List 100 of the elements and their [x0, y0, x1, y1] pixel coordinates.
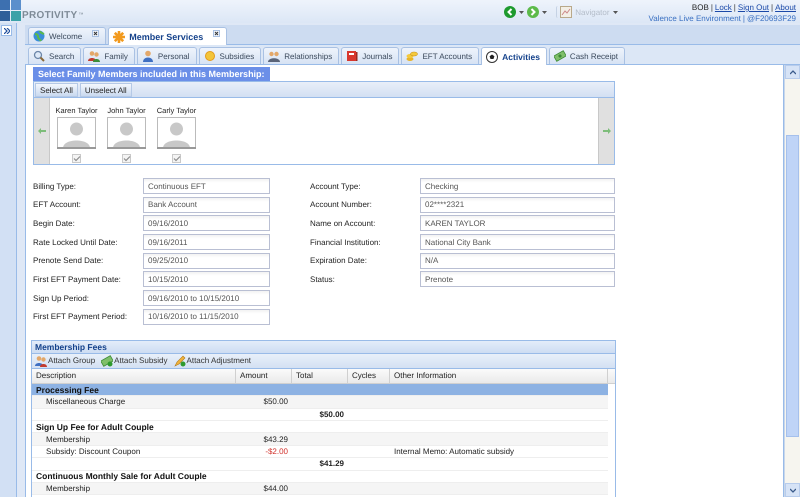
field-label: First EFT Payment Period:: [33, 312, 128, 322]
avatar-icon: [157, 117, 196, 149]
text-field[interactable]: 09/16/2011: [143, 234, 270, 250]
globe-icon: [33, 30, 45, 42]
scrollbar-thumb[interactable]: [786, 135, 799, 437]
checkmark-icon: [172, 155, 180, 162]
table-cell-text: $50.00: [262, 396, 289, 408]
toolbar-button[interactable]: Attach Subsidy: [101, 356, 168, 366]
right-arrow-icon: [602, 128, 610, 134]
separator: |: [710, 3, 713, 12]
chart-icon: [560, 6, 572, 18]
tab[interactable]: Relationships: [263, 47, 340, 64]
header-link[interactable]: About: [775, 3, 796, 12]
toolbar-button[interactable]: Attach Adjustment: [174, 356, 251, 366]
sun-icon: [204, 50, 216, 62]
table-cell-text: $43.29: [262, 434, 289, 445]
logo-icon: [0, 0, 21, 21]
avatar-icon: [57, 117, 96, 149]
table-cell-text: Subsidy: Discount Coupon: [45, 446, 142, 458]
table-cell-text: $41.29: [318, 458, 345, 470]
tab[interactable]: Cash Receipt: [548, 47, 625, 64]
caret-icon: [612, 10, 618, 14]
person-icon: [142, 50, 154, 62]
field-label: Rate Locked Until Date:: [33, 238, 118, 247]
table-cell-text: -$2.00: [264, 446, 289, 458]
coins-icon: [406, 50, 418, 62]
toolbar-button[interactable]: Select All: [35, 83, 78, 97]
forward-button[interactable]: [527, 6, 548, 18]
column-header: Other Information: [390, 368, 608, 383]
table-cell-text: Miscellaneous Charge: [45, 396, 126, 408]
field-label: Expiration Date:: [310, 256, 368, 266]
caret-icon: [542, 10, 548, 14]
field-label: Prenote Send Date:: [33, 256, 104, 266]
tab[interactable]: Personal: [136, 47, 196, 64]
tab[interactable]: Welcome: [28, 27, 106, 44]
double-chevron-icon: [4, 28, 10, 34]
tab[interactable]: Journals: [341, 47, 400, 64]
field-label: Billing Type:: [33, 182, 77, 190]
toolbar-button[interactable]: Attach Group: [35, 356, 96, 366]
separator: |: [734, 3, 736, 12]
column-header: Cycles: [348, 368, 390, 383]
checkbox[interactable]: [172, 154, 181, 163]
group-add-icon: [35, 354, 47, 367]
text-field[interactable]: Continuous EFT: [143, 178, 270, 194]
asterisk-icon: [113, 30, 126, 42]
toolbar-button[interactable]: Unselect All: [80, 83, 132, 97]
panel-title: Membership Fees: [32, 340, 615, 354]
text-field[interactable]: 09/16/2010 to 10/15/2010: [143, 290, 270, 306]
search-icon: [33, 50, 45, 62]
header-link[interactable]: Lock: [714, 3, 732, 12]
scroll-down-button[interactable]: [785, 483, 800, 497]
people-icon: [268, 50, 280, 62]
table-cell-text: $44.00: [262, 483, 289, 494]
user-name: BOB: [692, 3, 709, 12]
field-label: EFT Account:: [33, 200, 82, 210]
tab[interactable]: Member Services: [108, 27, 228, 45]
field-label: Financial Institution:: [310, 238, 382, 247]
environment-code: @F20693F29: [746, 14, 796, 23]
tab[interactable]: EFT Accounts: [401, 47, 480, 64]
logo-text: PROTIVITY: [22, 10, 78, 21]
table-cell-text: $50.00: [318, 408, 345, 420]
text-field[interactable]: Checking: [420, 178, 615, 194]
pencil-icon: [174, 354, 186, 367]
ball-icon: [486, 50, 498, 62]
field-label: Account Type:: [310, 182, 362, 190]
text-field[interactable]: KAREN TAYLOR: [420, 215, 615, 232]
tab[interactable]: Family: [83, 47, 135, 64]
close-button[interactable]: [213, 30, 220, 37]
text-field[interactable]: N/A: [420, 252, 615, 269]
tab[interactable]: Search: [28, 47, 82, 64]
tab[interactable]: Activities: [481, 47, 547, 65]
field-label: Sign Up Period:: [33, 294, 90, 303]
caret-icon: [519, 10, 524, 14]
checkbox[interactable]: [72, 154, 81, 163]
text-field[interactable]: 09/16/2010: [143, 215, 270, 232]
back-button[interactable]: [504, 6, 524, 18]
close-icon: [213, 30, 220, 37]
close-button[interactable]: [92, 30, 100, 37]
chevron-up-icon: [790, 70, 796, 74]
table-cell-text: Internal Memo: Automatic subsidy: [393, 446, 516, 458]
text-field[interactable]: Bank Account: [143, 196, 270, 213]
tab[interactable]: Subsidies: [198, 47, 262, 64]
section-title: Select Family Members included in this Membership:: [33, 67, 270, 81]
text-field[interactable]: 10/16/2010 to 11/15/2010: [143, 308, 270, 325]
people-icon: [88, 50, 100, 62]
checkbox[interactable]: [122, 154, 131, 163]
table-cell-text: Membership: [45, 483, 92, 494]
text-field[interactable]: 09/25/2010: [143, 252, 270, 269]
text-field[interactable]: Prenote: [420, 271, 615, 288]
field-label: First EFT Payment Date:: [33, 274, 122, 284]
header-link[interactable]: Sign Out: [738, 3, 770, 12]
group-row[interactable]: Processing Fee: [32, 384, 608, 396]
text-field[interactable]: National City Bank: [420, 234, 615, 250]
text-field[interactable]: 02****2321: [420, 196, 615, 213]
banknote-add-icon: [101, 354, 114, 367]
scroll-up-button[interactable]: [785, 65, 800, 79]
expand-button[interactable]: [1, 25, 12, 36]
close-icon: [92, 30, 100, 37]
text-field[interactable]: 10/15/2010: [143, 271, 270, 288]
book-icon: [346, 50, 358, 62]
